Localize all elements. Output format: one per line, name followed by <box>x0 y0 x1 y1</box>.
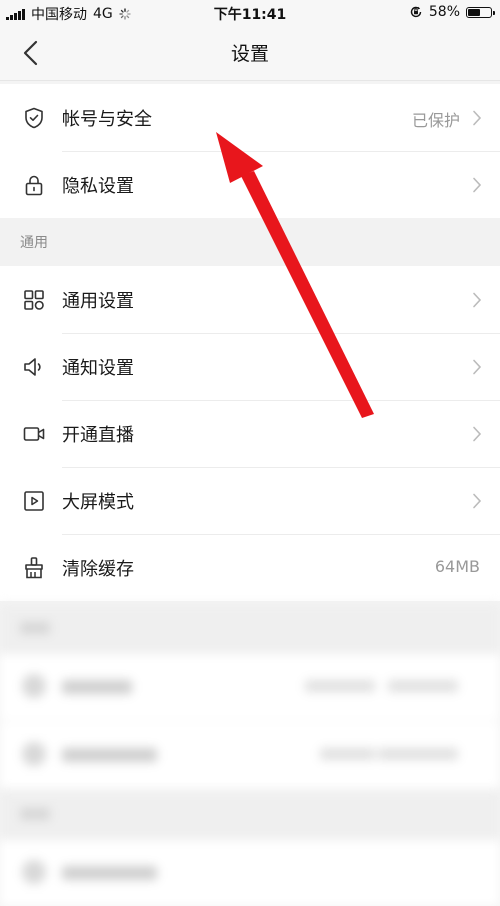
grid-icon <box>24 290 44 310</box>
clear-cache-label: 清除缓存 <box>62 559 134 580</box>
cache-size-value: 64MB <box>434 557 480 576</box>
battery-percent: 58% <box>428 4 460 20</box>
blurred-content-area <box>0 604 500 906</box>
blurred-row <box>0 840 500 906</box>
lock-icon <box>25 175 43 196</box>
section-header-label: 通用 <box>20 235 48 251</box>
orientation-lock-icon <box>410 6 422 18</box>
clear-cache-row[interactable]: 清除缓存 64MB <box>0 534 500 601</box>
chevron-right-icon <box>473 493 482 509</box>
general-group: 通用设置 通知设置 开通直播 大屏模式 清除缓存 64MB <box>0 266 500 601</box>
chevron-right-icon <box>473 292 482 308</box>
play-screen-icon <box>24 491 44 511</box>
start-live-row[interactable]: 开通直播 <box>0 400 500 467</box>
battery-fill <box>468 8 480 16</box>
start-live-label: 开通直播 <box>62 425 134 446</box>
page-title: 设置 <box>230 43 269 65</box>
blurred-row <box>0 654 500 720</box>
speaker-icon <box>24 358 41 376</box>
general-settings-label: 通用设置 <box>62 291 134 312</box>
account-security-row[interactable]: 帐号与安全 已保护 <box>0 84 500 151</box>
blurred-section-header <box>0 604 500 654</box>
account-security-status: 已保护 <box>411 111 460 130</box>
account-group: 帐号与安全 已保护 隐私设置 <box>0 84 500 218</box>
broom-icon <box>25 557 43 579</box>
blurred-row <box>0 722 500 788</box>
account-security-label: 帐号与安全 <box>62 109 152 130</box>
notification-settings-label: 通知设置 <box>62 358 134 379</box>
battery-icon <box>466 6 495 18</box>
chevron-right-icon <box>473 359 482 375</box>
general-settings-row[interactable]: 通用设置 <box>0 266 500 333</box>
chevron-right-icon <box>473 177 482 193</box>
section-header-general: 通用 <box>0 218 500 266</box>
navigation-bar: 设置 <box>0 26 500 81</box>
blurred-section-header <box>0 790 500 840</box>
shield-check-icon <box>25 107 43 129</box>
status-right: 58% <box>409 4 495 20</box>
large-screen-mode-label: 大屏模式 <box>62 492 134 513</box>
large-screen-mode-row[interactable]: 大屏模式 <box>0 467 500 534</box>
privacy-settings-label: 隐私设置 <box>62 176 134 197</box>
notification-settings-row[interactable]: 通知设置 <box>0 333 500 400</box>
status-bar: 中国移动 4G 下午11:41 58% <box>0 0 500 26</box>
chevron-right-icon <box>473 110 482 126</box>
video-camera-icon <box>23 427 45 441</box>
privacy-settings-row[interactable]: 隐私设置 <box>0 151 500 218</box>
chevron-right-icon <box>473 426 482 442</box>
